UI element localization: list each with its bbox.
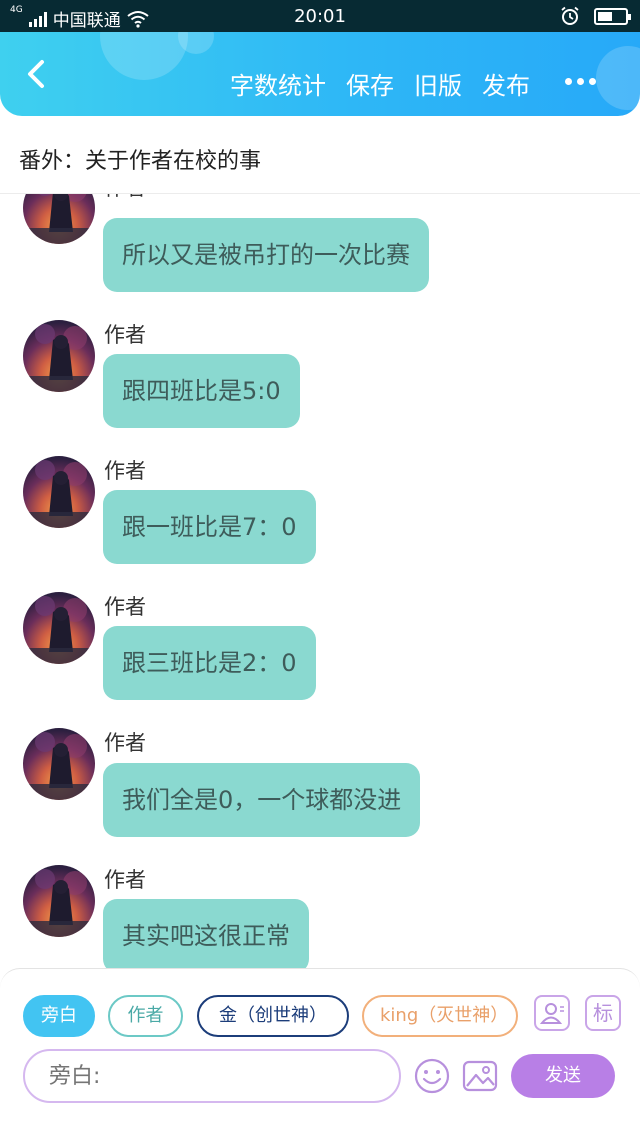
sender-name: 作者 — [104, 323, 146, 347]
battery-icon — [594, 7, 631, 25]
avatar[interactable] — [23, 194, 95, 244]
input-row: 发送 — [0, 1049, 640, 1105]
avatar[interactable] — [23, 456, 95, 528]
composer-panel: 旁白 作者 金（创世神） king（灭世神） 标 旁白: 发送 — [0, 968, 640, 1138]
sender-name: 作者 — [104, 868, 146, 892]
old-version-button[interactable]: 旧版 — [414, 66, 462, 101]
message-bubble[interactable]: 所以又是被吊打的一次比赛 — [103, 218, 429, 292]
avatar[interactable] — [23, 320, 95, 392]
avatar-art — [23, 194, 95, 244]
sender-name: 作者 — [104, 595, 146, 619]
message-bubble[interactable]: 其实吧这很正常 — [103, 899, 309, 968]
message-bubble[interactable]: 跟四班比是5:0 — [103, 354, 300, 428]
back-button[interactable] — [18, 54, 54, 94]
avatar-art — [23, 596, 95, 664]
alarm-icon — [561, 6, 579, 25]
battery-fill — [598, 11, 613, 21]
avatar[interactable] — [23, 865, 95, 937]
message-bubble[interactable]: 跟一班比是7：0 — [103, 490, 316, 564]
decorative-bubble — [596, 46, 640, 110]
send-button[interactable]: 发送 — [511, 1054, 615, 1098]
avatar-art — [23, 324, 95, 392]
avatar-art — [23, 869, 95, 937]
chapter-title: 番外：关于作者在校的事 — [0, 116, 640, 194]
role-jin-chip[interactable]: 金（创世神） — [197, 995, 349, 1037]
avatar-art — [23, 460, 95, 528]
image-glyph — [462, 1060, 498, 1092]
role-author-chip[interactable]: 作者 — [108, 995, 183, 1037]
smiley-icon[interactable] — [413, 1057, 451, 1095]
publish-button[interactable]: 发布 — [482, 66, 530, 101]
image-icon[interactable] — [461, 1057, 499, 1095]
sender-name: 作者 — [104, 194, 146, 202]
top-app-bar: 字数统计 保存 旧版 发布 — [0, 32, 640, 116]
decorative-bubble — [100, 32, 188, 80]
status-time: 20:01 — [294, 6, 346, 27]
message-bubble[interactable]: 我们全是0，一个球都没进 — [103, 763, 421, 837]
status-bar: 4G 中国联通 20:01 — [0, 0, 640, 32]
tag-button[interactable]: 标 — [585, 995, 621, 1031]
role-selector: 旁白 作者 金（创世神） king（灭世神） 标 — [0, 995, 640, 1039]
smiley-glyph — [414, 1058, 450, 1094]
role-king-chip[interactable]: king（灭世神） — [362, 995, 518, 1037]
chevron-left-icon — [28, 60, 44, 88]
status-right — [560, 6, 631, 26]
person-card-glyph — [539, 1003, 564, 1024]
avatar[interactable] — [23, 592, 95, 664]
word-count-button[interactable]: 字数统计 — [230, 66, 326, 101]
avatar[interactable] — [23, 728, 95, 800]
avatar-art — [23, 732, 95, 800]
chat-list[interactable]: 作者 所以又是被吊打的一次比赛 作者 跟四班比是5:0 作者 跟一班比是7：0 … — [0, 194, 640, 968]
message-bubble[interactable]: 跟三班比是2：0 — [103, 626, 316, 700]
header-menu: 字数统计 保存 旧版 发布 — [230, 66, 530, 101]
role-narrator-chip[interactable]: 旁白 — [23, 995, 95, 1037]
sender-name: 作者 — [104, 459, 146, 483]
message-input[interactable] — [23, 1049, 401, 1103]
more-options-icon[interactable] — [562, 66, 598, 96]
sender-name: 作者 — [104, 731, 146, 755]
person-card-icon[interactable] — [534, 995, 570, 1031]
save-button[interactable]: 保存 — [346, 66, 394, 101]
